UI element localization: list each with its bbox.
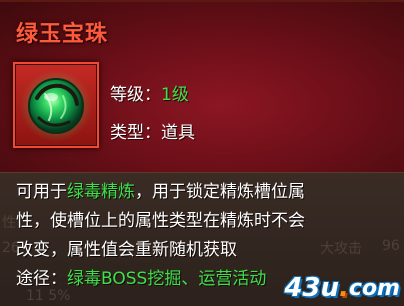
tooltip-header: 绿玉宝珠 等级：1级 类型：道具 [0,0,404,174]
item-icon-frame [13,62,99,148]
item-tooltip: 绿玉宝珠 等级：1级 类型：道具 性 26 大攻击 96 11 5% 可用于绿毒… [0,0,404,306]
type-value: 道具 [161,123,195,143]
description-line: 改变，属性值会重新随机获取 [16,240,237,260]
description-line: 性，使槽位上的属性类型在精炼时不会 [16,211,305,231]
description-line: 可用于绿毒精炼，用于锁定精炼槽位属 [16,182,305,202]
site-watermark-logo: 43 u. com [284,273,400,303]
item-level-row: 等级：1级 [110,80,189,105]
source-label: 途径： [16,269,67,289]
level-value: 1级 [161,85,189,105]
item-name: 绿玉宝珠 [16,22,109,47]
refine-highlight: 绿毒精炼 [67,182,135,202]
green-jade-orb-icon [20,70,92,142]
level-label: 等级： [110,85,161,105]
source-value: 绿毒BOSS挖掘、运营活动 [67,269,267,289]
item-type-row: 类型：道具 [110,118,195,143]
type-label: 类型： [110,123,161,143]
background-text: 性 [2,215,16,231]
